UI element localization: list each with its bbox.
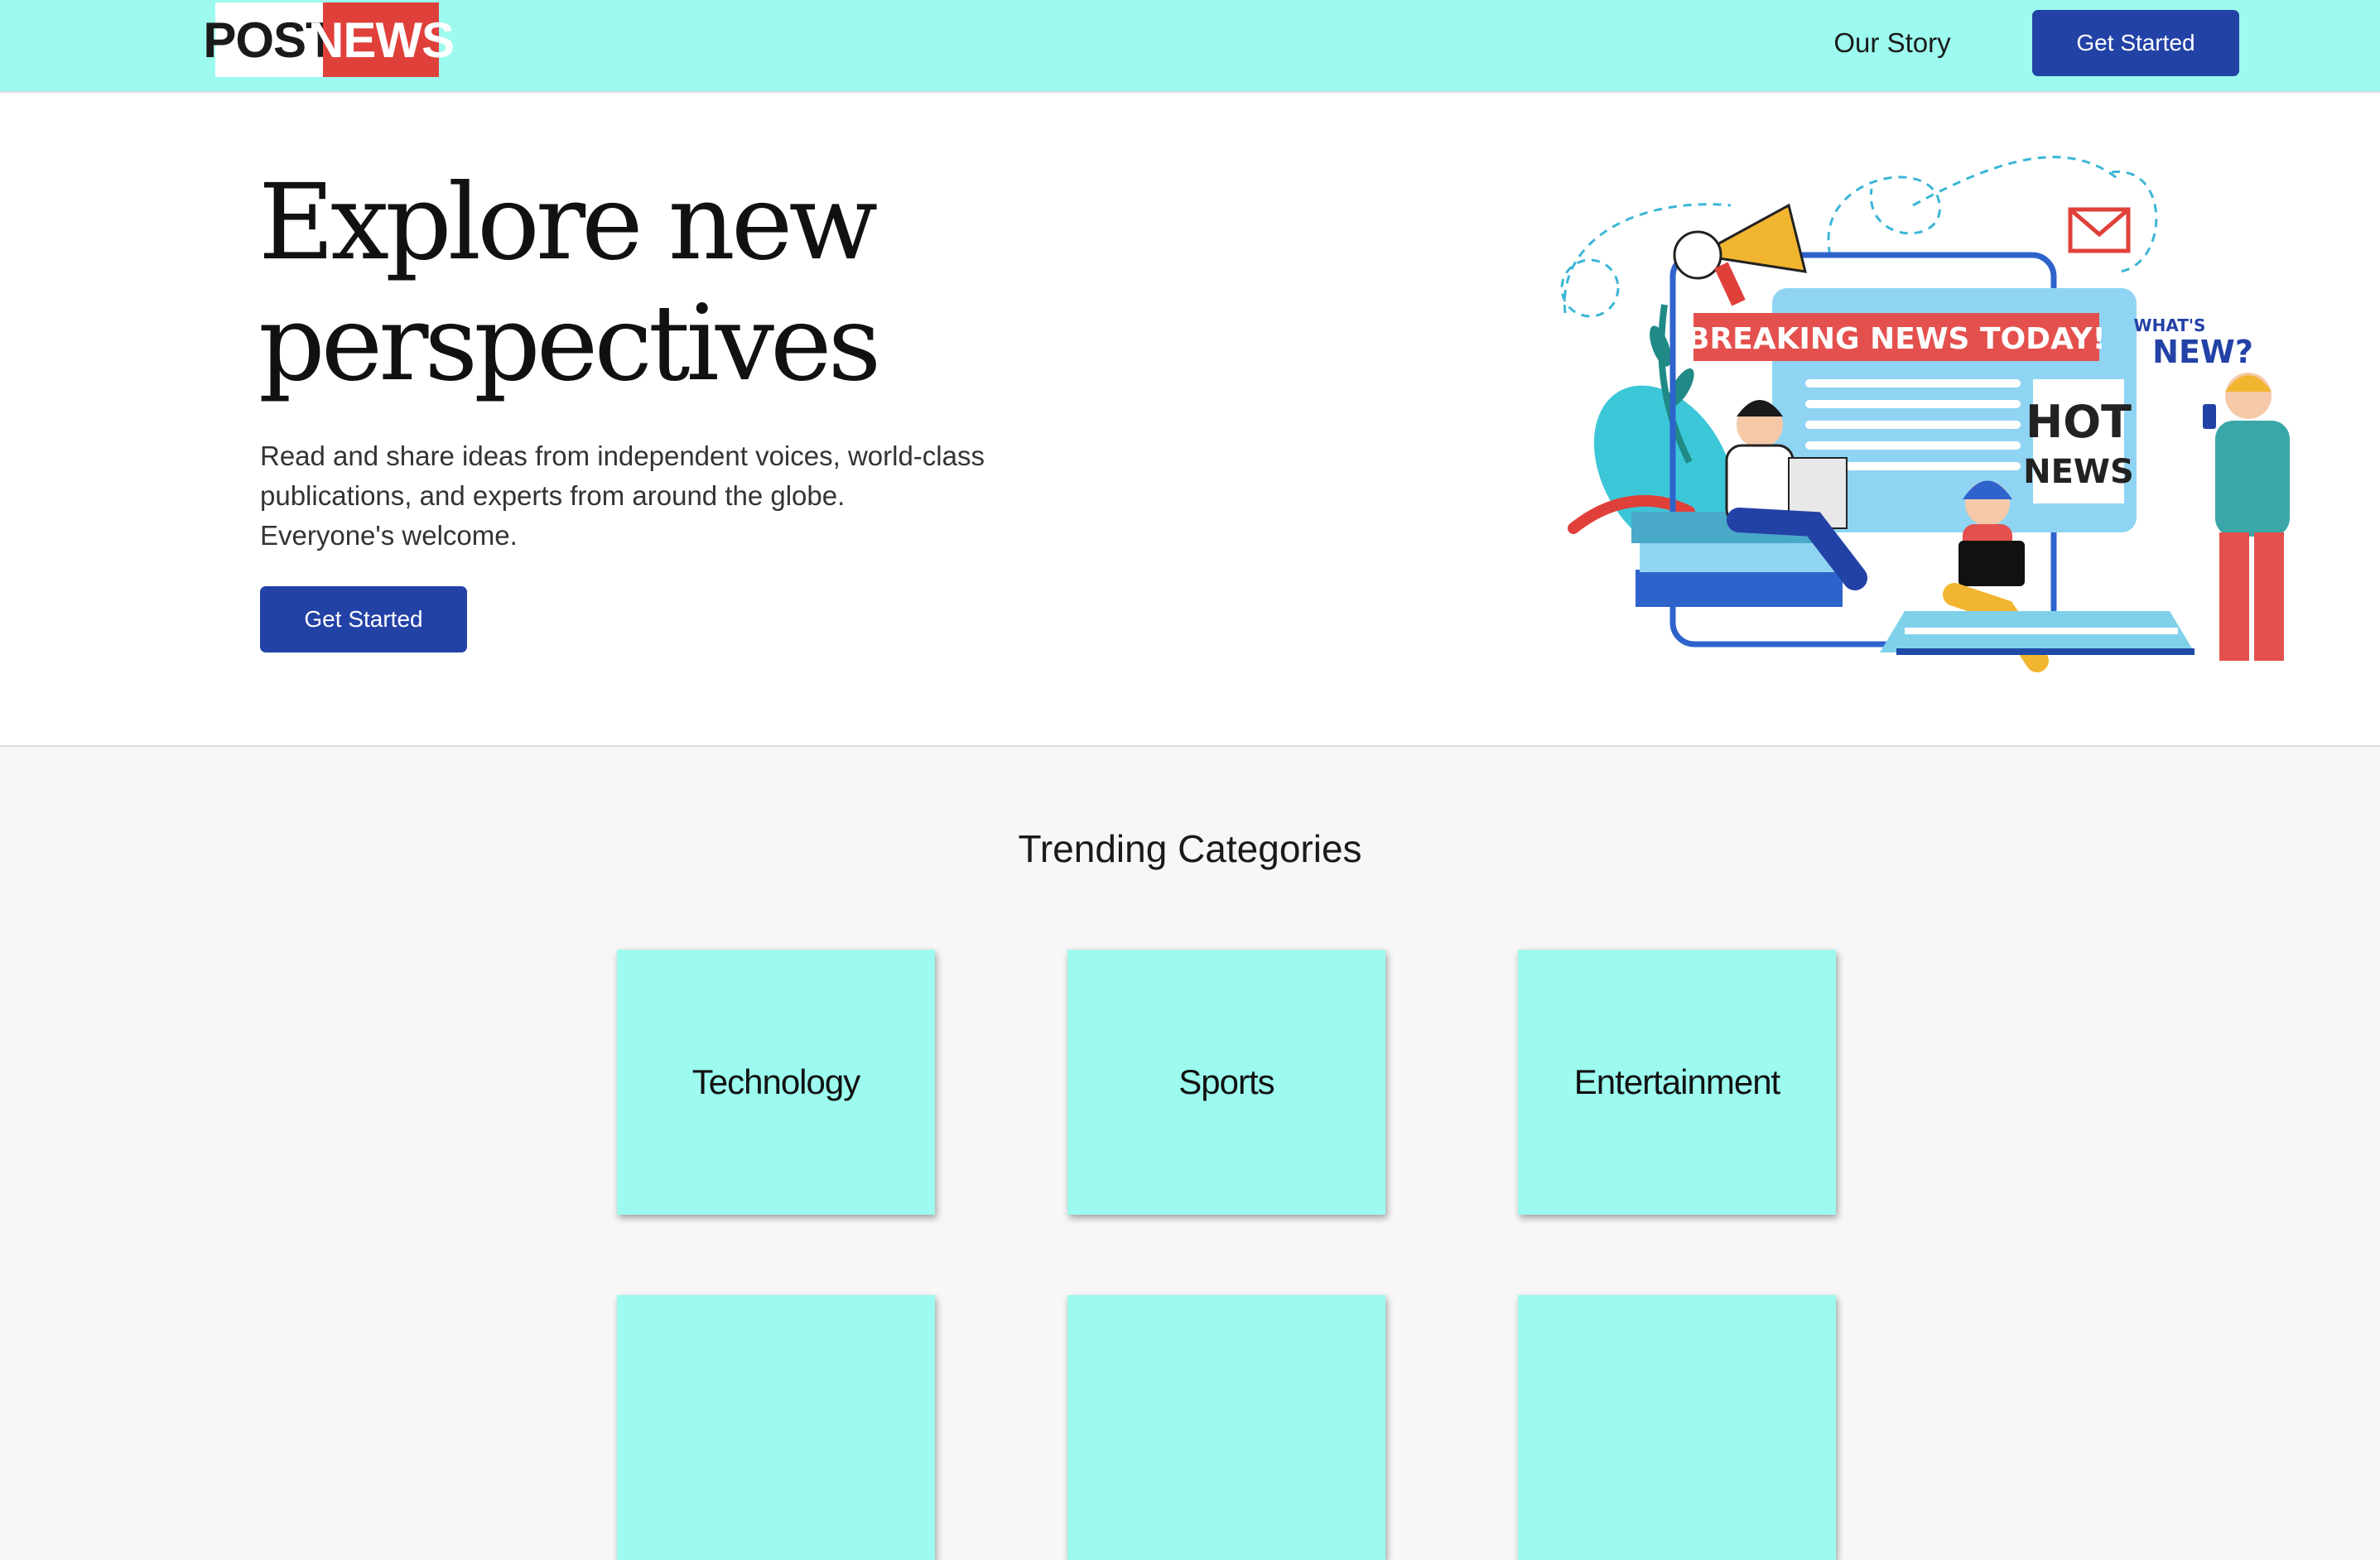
category-card-sports[interactable]: Sports xyxy=(1067,950,1385,1215)
hero-get-started-button[interactable]: Get Started xyxy=(260,586,467,652)
category-card[interactable] xyxy=(617,1295,935,1560)
trending-title: Trending Categories xyxy=(1018,827,1362,870)
whats-new-bubble: WHAT'S NEW? xyxy=(2134,308,2253,384)
category-card-technology[interactable]: Technology xyxy=(617,950,935,1215)
keyboard xyxy=(1880,611,2195,655)
banner-text: BREAKING NEWS TODAY! xyxy=(1687,322,2106,356)
hero-subtitle-line1: Read and share ideas from independent vo… xyxy=(260,441,985,471)
man-phone-figure xyxy=(2203,373,2290,661)
category-card-entertainment[interactable]: Entertainment xyxy=(1518,950,1836,1215)
logo[interactable]: POST NEWS xyxy=(203,2,455,77)
news-text: NEWS xyxy=(2023,453,2134,491)
hero-subtitle: Read and share ideas from independent vo… xyxy=(260,436,1038,556)
hero-title: Explore new perspectives xyxy=(258,162,1086,404)
envelope-icon xyxy=(2068,207,2131,253)
our-story-link[interactable]: Our Story xyxy=(1822,17,1963,70)
category-card[interactable] xyxy=(1067,1295,1385,1560)
news-illustration: BREAKING NEWS TODAY! HOT NEWS WHAT'S NEW… xyxy=(1560,156,2290,672)
nav-get-started-button[interactable]: Get Started xyxy=(2032,10,2239,76)
hot-text: HOT xyxy=(2026,396,2132,448)
svg-text:NEW?: NEW? xyxy=(2152,334,2253,370)
logo-post: POST xyxy=(203,2,336,77)
hero-title-line1: Explore new xyxy=(258,161,878,283)
hero-title-line2: perspectives xyxy=(258,282,881,404)
hero-subtitle-line2: publications, and experts from around th… xyxy=(260,480,846,511)
hero-subtitle-line3: Everyone's welcome. xyxy=(260,520,518,551)
category-card[interactable] xyxy=(1518,1295,1836,1560)
logo-news: NEWS xyxy=(308,2,455,77)
navbar: POST NEWS Our Story Get Started xyxy=(0,0,2380,93)
svg-text:WHAT'S: WHAT'S xyxy=(2134,315,2206,335)
